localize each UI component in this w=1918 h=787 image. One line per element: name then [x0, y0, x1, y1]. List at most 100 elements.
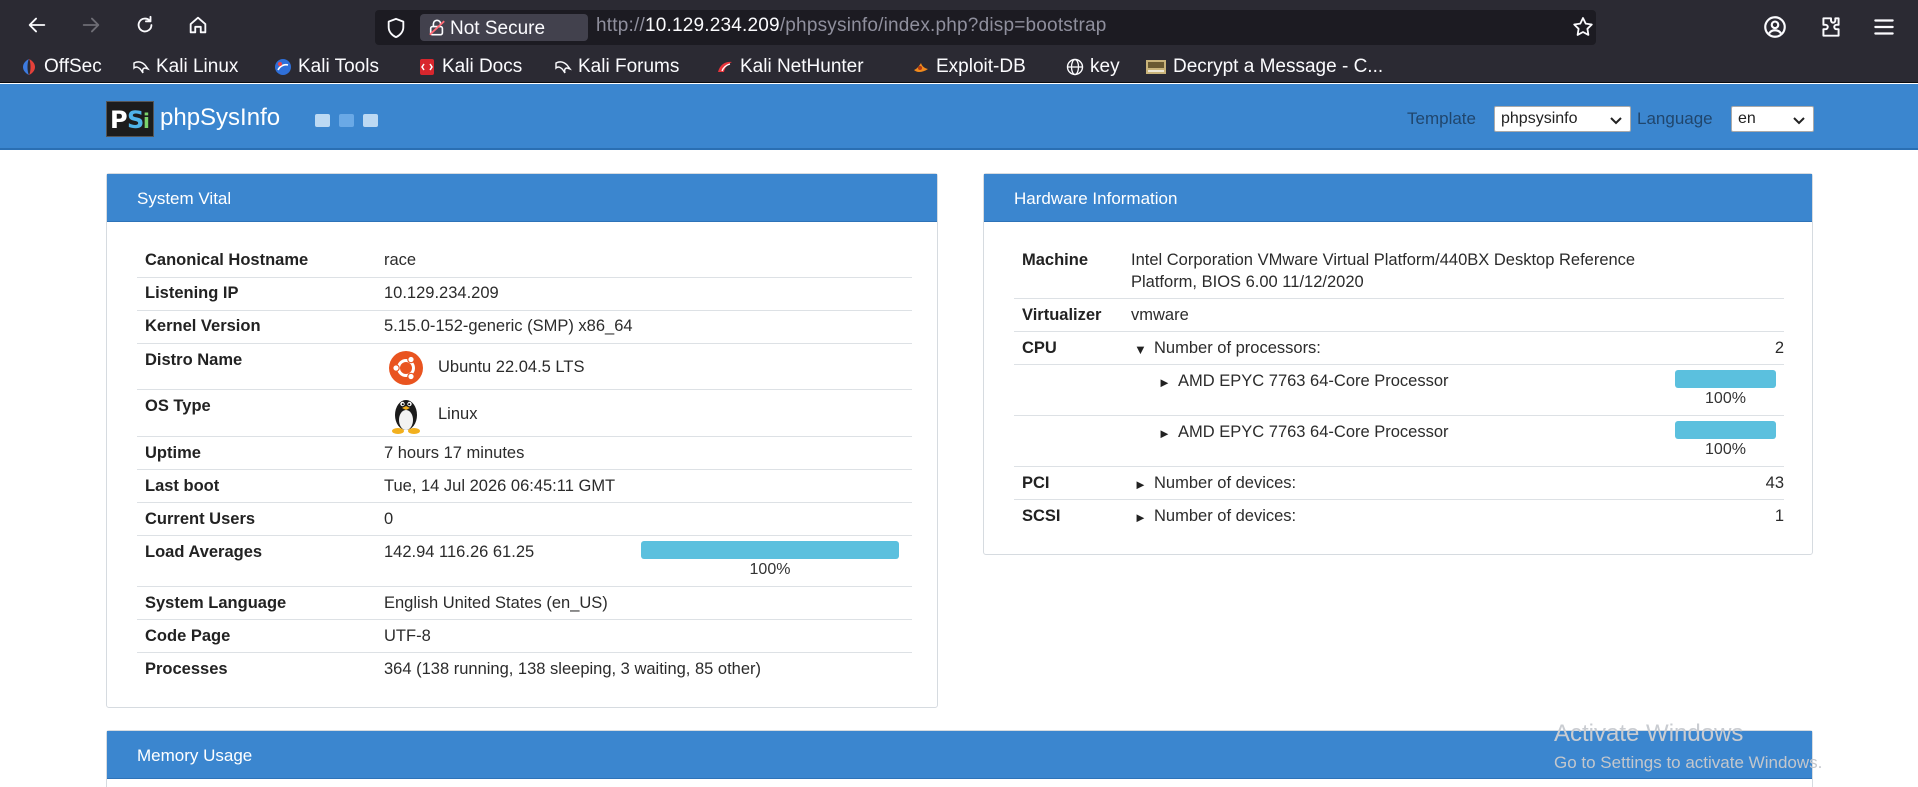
nethunter-icon: [716, 58, 734, 76]
app-header: P S i phpSysInfo Template phpsysinfo Lan…: [0, 84, 1918, 150]
reload-icon[interactable]: [132, 12, 158, 38]
cpu-count-label[interactable]: Number of processors:: [1154, 339, 1321, 358]
row-divider: [137, 535, 912, 536]
expand-triangle-right-icon[interactable]: ►: [1134, 477, 1147, 492]
tracking-protection-shield-icon[interactable]: [385, 17, 407, 39]
row-divider: [1014, 331, 1784, 332]
language-selected-value: en: [1738, 110, 1756, 127]
row-label: Uptime: [145, 444, 201, 462]
language-select[interactable]: en: [1731, 106, 1814, 132]
row-label: Machine: [1022, 251, 1089, 269]
row-label: System Language: [145, 594, 287, 612]
row-divider: [1014, 466, 1784, 467]
row-label: Current Users: [145, 510, 256, 528]
processor-name[interactable]: AMD EPYC 7763 64-Core Processor: [1178, 423, 1449, 442]
url-bar[interactable]: Not Secure http://10.129.234.209/phpsysi…: [375, 10, 1596, 45]
current-users-value: 0: [384, 510, 394, 528]
expand-triangle-right-icon[interactable]: ►: [1158, 426, 1171, 441]
activate-windows-watermark: Activate Windows: [1554, 720, 1744, 747]
virtualizer-value: vmware: [1131, 306, 1189, 324]
processor-name[interactable]: AMD EPYC 7763 64-Core Processor: [1178, 372, 1449, 391]
logo-letter: P: [110, 106, 128, 134]
row-label: Distro Name: [145, 351, 243, 369]
row-label: SCSI: [1022, 507, 1061, 525]
bookmark-key[interactable]: key: [1066, 55, 1120, 79]
row-label: PCI: [1022, 474, 1050, 492]
panel-title: Memory Usage: [137, 746, 253, 765]
uptime-value: 7 hours 17 minutes: [384, 444, 525, 462]
bookmark-label: OffSec: [44, 56, 102, 77]
expand-triangle-down-icon[interactable]: ▼: [1134, 342, 1147, 357]
kali-tools-icon: [274, 58, 292, 76]
distro-value: Ubuntu 22.04.5 LTS: [438, 358, 585, 376]
row-label: Last boot: [145, 477, 220, 495]
load-progress-bar: [641, 541, 899, 559]
row-label: Canonical Hostname: [145, 251, 309, 269]
bookmark-decrypt-message[interactable]: Decrypt a Message - C...: [1145, 55, 1383, 79]
bookmark-kali-linux[interactable]: Kali Linux: [132, 55, 238, 79]
scsi-count-value: 1: [1774, 507, 1784, 525]
globe-icon: [1066, 58, 1084, 76]
forward-icon[interactable]: [78, 12, 104, 38]
system-vital-panel: System Vital Canonical Hostname race Lis…: [106, 173, 938, 708]
bookmark-label: Kali Forums: [578, 56, 680, 77]
panel-title: System Vital: [137, 189, 232, 208]
bookmark-star-icon[interactable]: [1571, 15, 1595, 39]
home-icon[interactable]: [185, 12, 211, 38]
bookmark-label: Kali NetHunter: [740, 56, 864, 77]
url-text[interactable]: http://10.129.234.209/phpsysinfo/index.p…: [596, 15, 1107, 37]
bookmark-kali-nethunter[interactable]: Kali NetHunter: [716, 55, 864, 79]
row-label: Listening IP: [145, 284, 239, 302]
bookmark-label: Exploit-DB: [936, 56, 1026, 77]
row-divider: [1014, 499, 1784, 500]
scsi-count-label[interactable]: Number of devices:: [1154, 507, 1296, 526]
kali-docs-icon: [418, 58, 436, 76]
menu-icon[interactable]: [1871, 14, 1897, 40]
row-divider: [137, 389, 912, 390]
app-title: phpSysInfo: [160, 104, 281, 131]
bookmark-kali-forums[interactable]: Kali Forums: [554, 55, 679, 79]
bookmark-offsec[interactable]: OffSec: [20, 55, 102, 79]
bookmark-kali-docs[interactable]: Kali Docs: [418, 55, 522, 79]
row-divider: [137, 586, 912, 587]
phpsysinfo-logo: P S i: [106, 101, 154, 137]
row-divider: [137, 502, 912, 503]
panel-header: System Vital: [107, 174, 937, 222]
template-select[interactable]: phpsysinfo: [1494, 106, 1631, 132]
bookmark-exploit-db[interactable]: Exploit-DB: [912, 55, 1026, 79]
expand-triangle-right-icon[interactable]: ►: [1158, 375, 1171, 390]
offsec-icon: [20, 58, 38, 76]
cpu-percent-label: 100%: [1705, 441, 1746, 458]
chevron-down-icon: [1793, 117, 1805, 125]
activate-windows-subtext: Go to Settings to activate Windows.: [1554, 753, 1823, 772]
exploit-db-icon: [912, 58, 930, 76]
extensions-icon[interactable]: [1818, 14, 1844, 40]
expand-triangle-right-icon[interactable]: ►: [1134, 510, 1147, 525]
kali-dragon-icon: [554, 58, 572, 76]
os-type-value: Linux: [438, 405, 478, 423]
row-divider: [1014, 415, 1784, 416]
pci-count-label[interactable]: Number of devices:: [1154, 474, 1296, 493]
bookmark-label: Decrypt a Message - C...: [1173, 56, 1384, 77]
row-divider: [137, 619, 912, 620]
insecure-lock-icon: [428, 18, 446, 37]
row-label: CPU: [1022, 339, 1057, 357]
row-divider: [137, 436, 912, 437]
cpu-usage-bar: [1675, 370, 1776, 388]
not-secure-label: Not Secure: [450, 18, 546, 39]
bookmark-label: Kali Linux: [156, 56, 239, 77]
machine-value-line: Platform, BIOS 6.00 11/12/2020: [1131, 273, 1364, 291]
account-icon[interactable]: [1762, 14, 1788, 40]
bookmark-kali-tools[interactable]: Kali Tools: [274, 55, 379, 79]
hostname-value: race: [384, 251, 417, 269]
pci-count-value: 43: [1765, 474, 1784, 492]
system-language-value: English United States (en_US): [384, 594, 608, 612]
template-selected-value: phpsysinfo: [1501, 110, 1578, 127]
row-divider: [137, 652, 912, 653]
ubuntu-icon: [385, 350, 427, 386]
back-icon[interactable]: [24, 12, 50, 38]
row-divider: [137, 469, 912, 470]
not-secure-badge[interactable]: Not Secure: [420, 14, 588, 41]
logo-letter: i: [143, 109, 150, 133]
cpu-count-value: 2: [1774, 339, 1784, 357]
